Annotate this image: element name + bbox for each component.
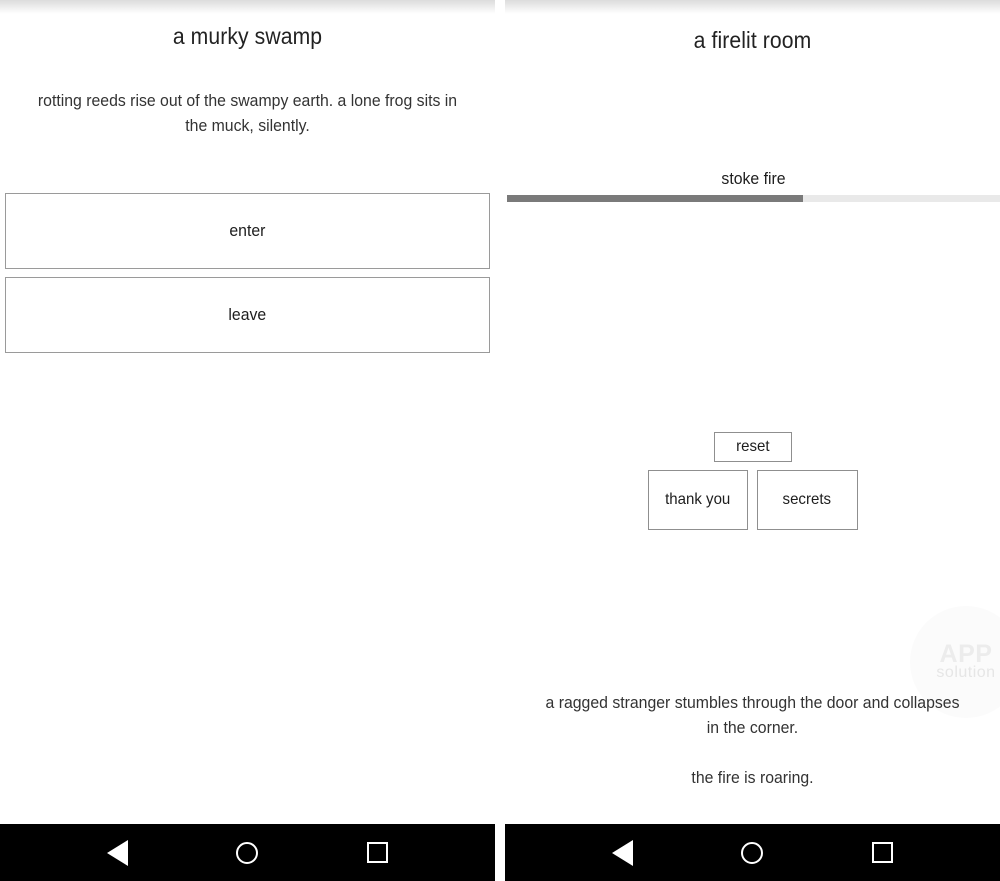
left-phone-panel: a murky swamp rotting reeds rise out of … [0, 0, 495, 824]
thank-you-button-label: thank you [664, 491, 731, 508]
stoke-cooldown-fill [507, 195, 803, 202]
left-room-description: rotting reeds rise out of the swampy ear… [37, 91, 458, 135]
stoke-cooldown-track [507, 195, 1000, 202]
event-log: a ragged stranger stumbles through the d… [505, 690, 1000, 790]
thank-you-button[interactable]: thank you [647, 470, 748, 530]
leave-button-label: leave [228, 305, 267, 324]
back-icon[interactable] [600, 831, 644, 875]
back-icon[interactable] [95, 831, 139, 875]
left-room-title: a murky swamp [172, 23, 323, 49]
watermark-main-text: APP [939, 640, 993, 668]
reset-button-row: reset [505, 432, 1000, 462]
left-action-button-group: enter leave [5, 193, 490, 361]
right-panel-content: a firelit room stoke fire reset thank yo… [505, 0, 1000, 824]
android-navbar-right [505, 824, 1000, 881]
left-panel-content: a murky swamp rotting reeds rise out of … [0, 0, 495, 824]
stoke-fire-button[interactable]: stoke fire [507, 166, 1000, 192]
screenshot-root: a murky swamp rotting reeds rise out of … [0, 0, 1000, 881]
home-icon[interactable] [225, 831, 269, 875]
recents-icon[interactable] [861, 831, 905, 875]
reset-button[interactable]: reset [713, 432, 792, 462]
enter-button[interactable]: enter [5, 193, 490, 269]
event-log-entry-1: a ragged stranger stumbles through the d… [545, 693, 960, 737]
android-navbar-left [0, 824, 495, 881]
stoke-fire-label: stoke fire [721, 169, 786, 188]
secrets-button-label: secrets [782, 491, 832, 508]
secrets-button[interactable]: secrets [756, 470, 858, 530]
reset-button-label: reset [735, 438, 770, 455]
recents-icon[interactable] [356, 831, 400, 875]
leave-button[interactable]: leave [5, 277, 490, 353]
footer-button-row: thank you secrets [505, 470, 1000, 530]
enter-button-label: enter [229, 221, 266, 240]
stoke-fire-control[interactable]: stoke fire [507, 166, 1000, 202]
watermark-sub-text: solution [936, 664, 996, 681]
right-phone-panel: a firelit room stoke fire reset thank yo… [505, 0, 1000, 824]
home-icon[interactable] [730, 831, 774, 875]
right-room-title: a firelit room [693, 27, 812, 53]
navbar-divider [495, 824, 505, 881]
event-log-entry-2: the fire is roaring. [691, 768, 814, 787]
